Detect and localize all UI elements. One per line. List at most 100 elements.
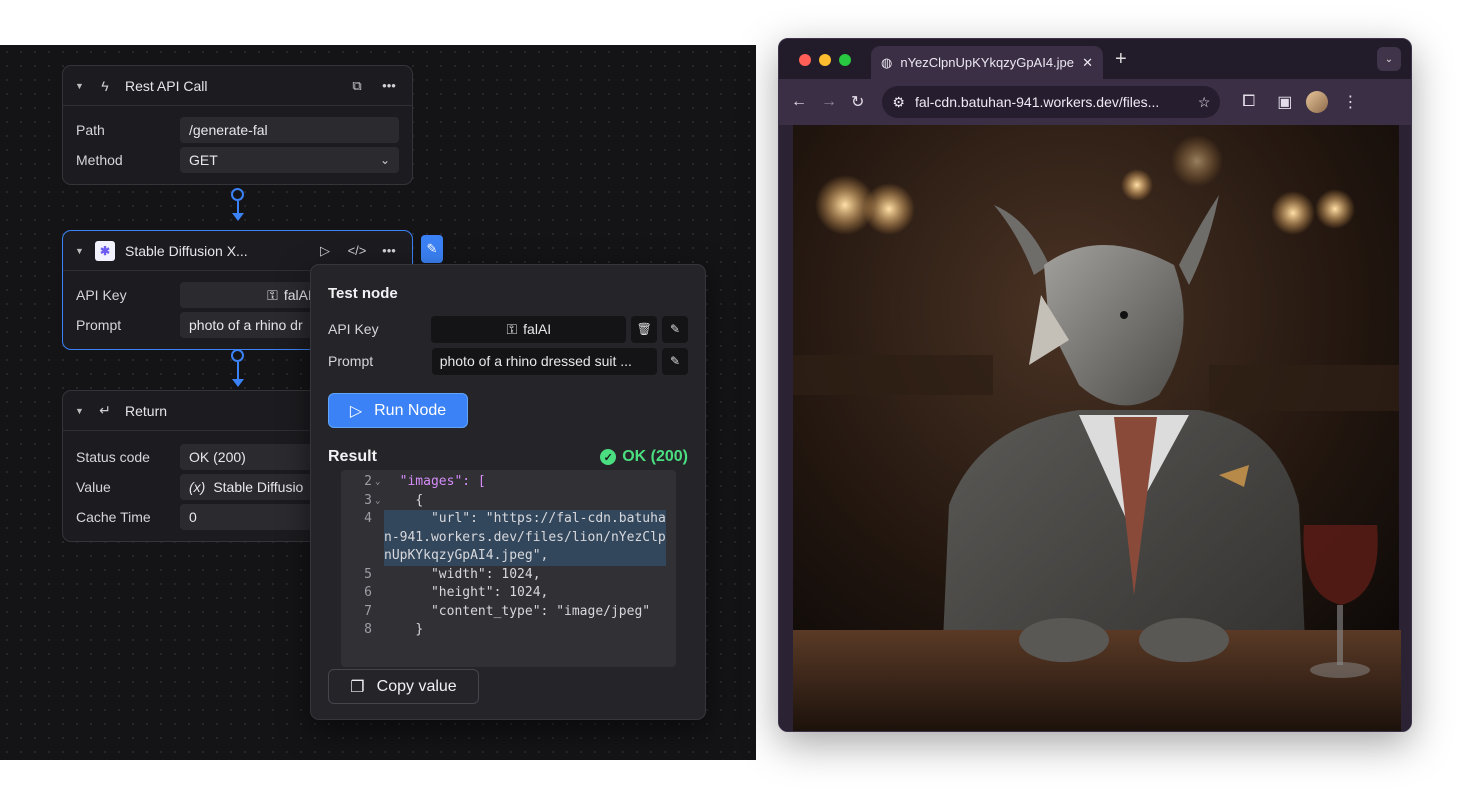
popup-title: Test node	[328, 285, 398, 302]
status-badge: ✓ OK (200)	[600, 448, 688, 466]
node-title: Stable Diffusion X...	[125, 242, 248, 259]
new-tab-icon[interactable]: +	[1115, 48, 1127, 71]
minimize-window-button[interactable]	[819, 54, 831, 66]
magic-wand-icon[interactable]: ✎	[421, 235, 443, 263]
popup-api-key-field[interactable]: ⚿ falAI	[431, 315, 627, 343]
popup-api-key-label: API Key	[328, 321, 379, 337]
arrow-down-icon	[232, 379, 244, 387]
code-line: 6 "height": 1024,	[341, 584, 676, 603]
code-line: 5 "width": 1024,	[341, 566, 676, 585]
line-number: 8	[364, 622, 372, 637]
pencil-icon[interactable]: ✎	[662, 347, 688, 375]
popup-prompt-field[interactable]: photo of a rhino dressed suit ...	[431, 347, 658, 375]
lamp-glow	[1171, 135, 1223, 187]
site-settings-icon[interactable]: ⚙	[892, 94, 905, 111]
lamp-glow	[863, 183, 915, 235]
check-circle-icon: ✓	[600, 449, 617, 465]
line-number: 3	[364, 492, 372, 508]
bar-shelf	[1209, 365, 1399, 411]
image-viewport	[779, 125, 1411, 731]
line-number: 4	[364, 511, 372, 526]
fold-chevron-icon[interactable]: ⌄	[375, 492, 384, 511]
code-text: "url": "https://fal-cdn.batuhan-941.work…	[384, 510, 666, 566]
play-icon[interactable]: ▷	[314, 243, 336, 259]
popup-prompt-row: Prompt photo of a rhino dressed suit ...…	[328, 347, 688, 375]
collapse-caret-icon[interactable]: ▼	[75, 81, 85, 91]
status-code-label: Status code	[76, 449, 150, 465]
connection-edge	[237, 201, 239, 213]
run-node-button[interactable]: ▷ Run Node	[328, 393, 468, 428]
more-icon[interactable]: •••	[378, 243, 400, 258]
glass-stem	[1337, 605, 1343, 665]
copy-icon: ❐	[350, 678, 365, 696]
collapse-caret-icon[interactable]: ▼	[75, 246, 85, 256]
tab-bar: ◍ nYezClpnUpKYkqzyGpAI4.jpeg ✕ + ⌄	[779, 39, 1411, 79]
method-label: Method	[76, 152, 123, 168]
node-title: Rest API Call	[125, 77, 208, 94]
chevron-down-icon: ⌄	[379, 153, 390, 167]
extensions-icon[interactable]: ⧠	[1242, 93, 1255, 111]
variable-icon: (x)	[189, 479, 206, 495]
address-bar[interactable]: ⚙ fal-cdn.batuhan-941.workers.dev/files.…	[882, 86, 1221, 118]
code-text: {	[384, 492, 424, 508]
fold-chevron-icon[interactable]: ⌄	[375, 473, 384, 492]
link-icon[interactable]: ⧉	[346, 78, 368, 94]
key-icon: ⚿	[506, 320, 518, 337]
reload-icon[interactable]: ↻	[851, 92, 864, 112]
pencil-icon[interactable]: ✎	[662, 315, 688, 343]
arrow-down-icon	[232, 213, 244, 221]
play-icon: ▷	[349, 402, 363, 420]
browser-tab[interactable]: ◍ nYezClpnUpKYkqzyGpAI4.jpeg ✕	[871, 46, 1103, 79]
collapse-caret-icon[interactable]: ▼	[75, 406, 85, 416]
result-label: Result	[328, 448, 377, 465]
forward-icon[interactable]: →	[821, 93, 837, 111]
popup-api-key-value: falAI	[523, 321, 552, 337]
tab-title: nYezClpnUpKYkqzyGpAI4.jpeg	[900, 55, 1075, 70]
run-node-label: Run Node	[374, 401, 447, 419]
value-label: Value	[76, 479, 111, 495]
star-icon[interactable]: ☆	[1198, 94, 1211, 111]
code-line: 2 ⌄ "images": [	[341, 473, 676, 492]
lamp-glow	[1271, 191, 1315, 235]
path-label: Path	[76, 122, 105, 138]
fal-logo-icon: ✱	[95, 240, 115, 261]
rest-api-node[interactable]: ▼ ϟ Rest API Call ⧉ ••• Path /generate-f…	[62, 65, 413, 185]
copy-value-button[interactable]: ❐ Copy value	[328, 669, 479, 704]
more-icon[interactable]: •••	[378, 78, 400, 93]
trash-icon[interactable]: 🗑	[631, 315, 658, 343]
close-tab-icon[interactable]: ✕	[1082, 55, 1093, 71]
browser-window: ◍ nYezClpnUpKYkqzyGpAI4.jpeg ✕ + ⌄ ← → ↻…	[778, 38, 1412, 732]
line-number: 7	[364, 603, 372, 619]
maximize-window-button[interactable]	[839, 54, 851, 66]
code-text: }	[384, 622, 424, 637]
output-port[interactable]	[231, 349, 244, 362]
avatar[interactable]	[1306, 91, 1329, 113]
side-panel-icon[interactable]: ▣	[1277, 92, 1292, 112]
flow-canvas[interactable]: ▼ ϟ Rest API Call ⧉ ••• Path /generate-f…	[0, 45, 756, 760]
browser-toolbar: ← → ↻ ⚙ fal-cdn.batuhan-941.workers.dev/…	[779, 79, 1411, 125]
code-icon[interactable]: </>	[346, 243, 368, 258]
test-node-popup: Test node API Key ⚿ falAI 🗑 ✎ Prompt pho…	[310, 264, 706, 720]
code-text: "width": 1024,	[384, 566, 541, 582]
kebab-menu-icon[interactable]: ⋮	[1342, 92, 1358, 112]
line-number: 6	[364, 585, 372, 600]
api-key-label: API Key	[76, 287, 127, 303]
api-key-value: falAI	[283, 287, 312, 303]
back-icon[interactable]: ←	[791, 93, 807, 111]
chevron-down-icon[interactable]: ⌄	[1377, 47, 1401, 71]
close-window-button[interactable]	[799, 54, 811, 66]
value-text: Stable Diffusio	[213, 479, 304, 495]
code-text: "images": [	[384, 473, 666, 492]
method-select[interactable]: GET ⌄	[180, 147, 399, 173]
bar-shelf	[793, 355, 993, 395]
result-code-viewer[interactable]: 2 ⌄ "images": [ 3 ⌄ { 4 "url": "https://…	[341, 470, 676, 667]
rhino-hand	[1139, 618, 1229, 662]
path-input[interactable]: /generate-fal	[180, 117, 399, 143]
globe-icon: ◍	[881, 54, 893, 70]
output-port[interactable]	[231, 188, 244, 201]
cache-time-label: Cache Time	[76, 509, 151, 525]
